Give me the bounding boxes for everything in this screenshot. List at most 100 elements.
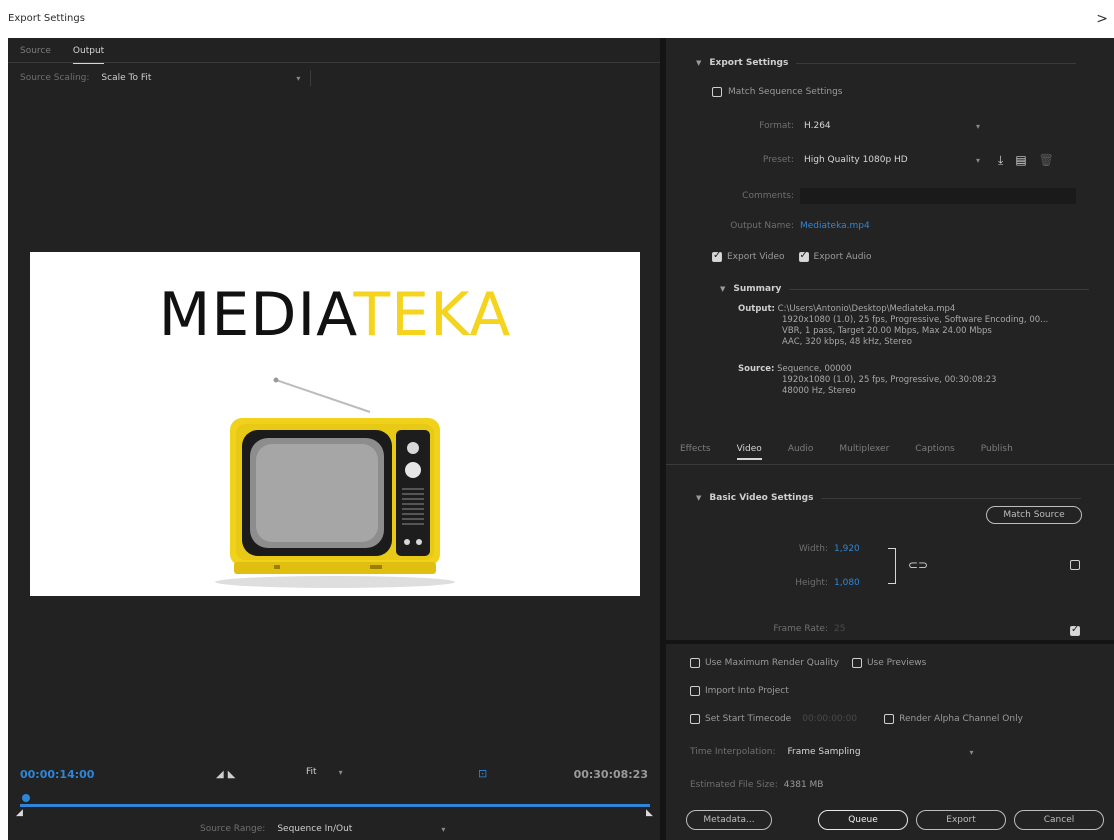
metadata-button[interactable]: Metadata... — [686, 810, 772, 830]
import-preset-icon[interactable]: ▤ — [1015, 153, 1026, 167]
delete-preset-icon[interactable]: 🗑 — [1039, 153, 1054, 167]
panel-divider — [666, 640, 1114, 644]
aspect-ratio-icon[interactable]: ⊡ — [478, 767, 487, 780]
section-title: Export Settings — [709, 58, 789, 68]
use-previews-checkbox[interactable] — [851, 658, 862, 668]
frame-rate-value[interactable]: 25 — [834, 624, 845, 634]
settings-tabs: Effects Video Audio Multiplexer Captions… — [680, 444, 1013, 460]
tab-publish[interactable]: Publish — [981, 444, 1013, 460]
comments-input[interactable] — [800, 188, 1076, 204]
source-scaling-dropdown[interactable]: Scale To Fit ▾ — [97, 70, 312, 86]
chevron-down-icon: ▾ — [969, 747, 974, 757]
in-out-mark-icons[interactable]: ◢◣ — [216, 769, 239, 780]
start-timecode-value[interactable]: 00:00:00:00 — [802, 714, 857, 724]
summary-output-line: AAC, 320 kbps, 48 kHz, Stereo — [782, 337, 912, 347]
width-label: Width: — [798, 544, 828, 554]
time-interpolation-label: Time Interpolation: — [690, 747, 776, 757]
match-sequence-label: Match Sequence Settings — [728, 87, 843, 97]
dimension-bracket — [888, 548, 896, 584]
format-row: Format: H.264 ▾ — [666, 118, 986, 134]
export-settings-header[interactable]: ▼ Export Settings — [696, 58, 1077, 68]
preset-value: High Quality 1080p HD — [804, 155, 908, 165]
summary-output-line: 1920x1080 (1.0), 25 fps, Progressive, So… — [782, 315, 1049, 325]
summary-source-key: Source: — [738, 364, 775, 374]
zoom-dropdown[interactable]: Fit ▾ — [306, 767, 343, 777]
export-video-checkbox[interactable] — [712, 250, 722, 262]
match-source-button[interactable]: Match Source — [986, 506, 1082, 524]
divider — [796, 62, 1077, 64]
import-into-project-row: Import Into Project — [690, 686, 789, 696]
match-sequence-checkbox[interactable] — [712, 87, 722, 97]
basic-video-header[interactable]: ▼ Basic Video Settings — [696, 493, 1082, 503]
source-scaling-value: Scale To Fit — [101, 73, 152, 83]
export-audio-toggle[interactable]: Export Audio — [798, 250, 871, 262]
tab-multiplexer[interactable]: Multiplexer — [839, 444, 889, 460]
frame-rate-label: Frame Rate: — [773, 624, 828, 634]
output-name-link[interactable]: Mediateka.mp4 — [800, 221, 870, 231]
tab-audio[interactable]: Audio — [788, 444, 814, 460]
summary-output-line: C:\Users\Antonio\Desktop\Mediateka.mp4 — [777, 304, 956, 314]
export-button[interactable]: Export — [916, 810, 1006, 830]
link-icon[interactable]: ⊂⊃ — [908, 558, 928, 572]
export-settings-panel: ▼ Export Settings Match Sequence Setting… — [666, 38, 1114, 840]
chevron-down-icon: ▾ — [441, 824, 446, 834]
start-timecode-row: Set Start Timecode 00:00:00:00 Render Al… — [690, 714, 1023, 724]
tab-effects[interactable]: Effects — [680, 444, 711, 460]
save-preset-icon[interactable]: ⤓ — [998, 153, 1003, 168]
collapse-triangle-icon: ▼ — [696, 494, 702, 502]
collapse-triangle-icon: ▼ — [720, 285, 726, 293]
source-range-dropdown[interactable]: Sequence In/Out ▾ — [273, 821, 449, 837]
playhead[interactable] — [22, 794, 30, 802]
summary-header[interactable]: ▼ Summary — [720, 284, 1090, 294]
chevron-down-icon: ▾ — [296, 73, 301, 83]
out-point-handle[interactable]: ◣ — [646, 808, 653, 818]
time-interpolation-dropdown[interactable]: Frame Sampling ▾ — [784, 744, 980, 760]
source-range-row: Source Range: Sequence In/Out ▾ — [200, 821, 449, 837]
render-alpha-label: Render Alpha Channel Only — [899, 714, 1023, 724]
frame-rate-checkbox[interactable] — [1070, 624, 1080, 636]
title-bar: Export Settings > — [0, 0, 1114, 38]
cancel-button[interactable]: Cancel — [1014, 810, 1104, 830]
render-alpha-checkbox[interactable] — [884, 714, 895, 724]
queue-button[interactable]: Queue — [818, 810, 908, 830]
format-dropdown[interactable]: H.264 ▾ — [800, 118, 986, 134]
in-point-handle[interactable]: ◢ — [16, 808, 23, 818]
summary-title: Summary — [733, 284, 782, 294]
tab-video[interactable]: Video — [736, 444, 762, 460]
export-audio-checkbox[interactable] — [798, 250, 809, 262]
window-title: Export Settings — [8, 13, 85, 24]
width-value[interactable]: 1,920 — [834, 544, 860, 554]
width-override-checkbox[interactable] — [1070, 560, 1080, 570]
max-render-quality-checkbox[interactable] — [690, 658, 700, 668]
export-av-row: Export Video Export Audio — [712, 250, 871, 262]
export-video-label: Export Video — [727, 252, 785, 262]
preset-dropdown[interactable]: High Quality 1080p HD ▾ — [800, 152, 986, 168]
comments-label: Comments: — [742, 191, 794, 201]
retro-tv-image — [215, 377, 455, 588]
tab-captions[interactable]: Captions — [915, 444, 954, 460]
summary-source-line: 48000 Hz, Stereo — [782, 386, 856, 396]
summary-source: Source: Sequence, 00000 1920x1080 (1.0),… — [738, 364, 996, 397]
match-sequence-row[interactable]: Match Sequence Settings — [712, 87, 843, 97]
source-range-value: Sequence In/Out — [277, 824, 353, 834]
format-value: H.264 — [804, 121, 831, 131]
preview-panel: Source Output Source Scaling: Scale To F… — [8, 38, 660, 840]
timeline-track[interactable] — [20, 804, 650, 807]
use-previews-label: Use Previews — [866, 658, 927, 668]
export-video-toggle[interactable]: Export Video — [712, 250, 785, 262]
source-scaling-label: Source Scaling: — [20, 73, 90, 83]
output-name-label: Output Name: — [730, 221, 794, 231]
source-range-label: Source Range: — [200, 824, 266, 834]
close-icon[interactable]: > — [1096, 11, 1108, 27]
chevron-down-icon: ▾ — [975, 155, 980, 165]
import-into-project-checkbox[interactable] — [690, 686, 700, 696]
summary-source-line: Sequence, 00000 — [777, 364, 852, 374]
source-scaling-row: Source Scaling: Scale To Fit ▾ — [20, 70, 312, 86]
summary-output-line: VBR, 1 pass, Target 20.00 Mbps, Max 24.0… — [782, 326, 992, 336]
format-label: Format: — [759, 121, 794, 131]
divider — [821, 497, 1082, 499]
set-start-timecode-checkbox[interactable] — [690, 714, 700, 724]
divider — [789, 288, 1090, 290]
height-value[interactable]: 1,080 — [834, 578, 860, 588]
current-timecode[interactable]: 00:00:14:00 — [20, 768, 94, 781]
